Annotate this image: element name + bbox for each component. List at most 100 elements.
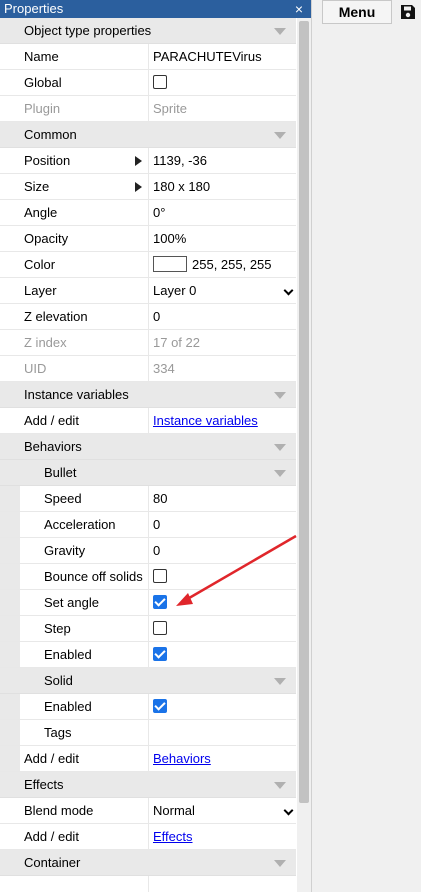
prop-row-step: Step — [0, 616, 296, 642]
prop-label: Speed — [0, 486, 149, 511]
prop-label: Z elevation — [0, 304, 149, 329]
collapse-triangle-icon[interactable] — [274, 678, 286, 685]
collapse-triangle-icon[interactable] — [274, 392, 286, 399]
prop-label: Z index — [0, 330, 149, 355]
collapse-triangle-icon[interactable] — [274, 444, 286, 451]
prop-row-plugin: Plugin Sprite — [0, 96, 296, 122]
behaviors-link[interactable]: Behaviors — [153, 751, 211, 766]
prop-row-uid: UID 334 — [0, 356, 296, 382]
toolbar: Menu — [319, 0, 421, 26]
prop-label: Add / edit — [0, 746, 149, 771]
global-checkbox[interactable] — [153, 75, 167, 90]
property-grid: Object type properties Name PARACHUTEVir… — [0, 18, 296, 892]
collapse-triangle-icon[interactable] — [274, 782, 286, 789]
section-common[interactable]: Common — [0, 122, 296, 148]
size-value-field[interactable]: 180 x 180 — [149, 174, 296, 199]
section-container[interactable]: Container — [0, 850, 296, 876]
blend-mode-select[interactable]: Normal — [149, 798, 296, 823]
bounce-off-solids-checkbox[interactable] — [153, 569, 167, 584]
save-button[interactable] — [396, 0, 420, 24]
prop-label: Step — [0, 616, 149, 641]
position-value-field[interactable]: 1139, -36 — [149, 148, 296, 173]
prop-label: Add / edit — [0, 408, 149, 433]
prop-row-tags: Tags — [0, 720, 296, 746]
angle-value-field[interactable]: 0° — [149, 200, 296, 225]
prop-row-speed: Speed 80 — [0, 486, 296, 512]
prop-label: Enabled — [0, 694, 149, 719]
instance-variables-link[interactable]: Instance variables — [153, 413, 258, 428]
prop-label: Gravity — [0, 538, 149, 563]
prop-row-effects-add-edit: Add / edit Effects — [0, 824, 296, 850]
color-value[interactable]: 255, 255, 255 — [192, 257, 272, 272]
collapse-triangle-icon[interactable] — [274, 860, 286, 867]
prop-row-set-angle: Set angle — [0, 590, 296, 616]
blend-mode-selected-value: Normal — [153, 803, 195, 818]
vertical-scrollbar[interactable] — [297, 18, 311, 892]
section-label: Behaviors — [24, 439, 82, 454]
section-bullet[interactable]: Bullet — [0, 460, 296, 486]
prop-row-behaviors-add-edit: Add / edit Behaviors — [0, 746, 296, 772]
prop-label: Set angle — [0, 590, 149, 615]
prop-row-z-elevation: Z elevation 0 — [0, 304, 296, 330]
section-label: Effects — [24, 777, 64, 792]
z-elevation-value-field[interactable]: 0 — [149, 304, 296, 329]
expand-arrow-icon[interactable] — [135, 156, 142, 166]
plugin-value: Sprite — [153, 101, 187, 116]
collapse-triangle-icon[interactable] — [274, 28, 286, 35]
menu-button[interactable]: Menu — [322, 0, 392, 24]
prop-label: Bounce off solids — [0, 564, 149, 589]
prop-row-blend-mode: Blend mode Normal — [0, 798, 296, 824]
prop-label: UID — [0, 356, 149, 381]
close-icon[interactable]: × — [293, 0, 305, 18]
prop-label: Position — [24, 153, 71, 168]
prop-row-name: Name PARACHUTEVirus — [0, 44, 296, 70]
prop-row-acceleration: Acceleration 0 — [0, 512, 296, 538]
collapse-triangle-icon[interactable] — [274, 132, 286, 139]
opacity-value-field[interactable]: 100% — [149, 226, 296, 251]
tags-value-field[interactable] — [149, 720, 296, 745]
prop-row-gravity: Gravity 0 — [0, 538, 296, 564]
floppy-disk-icon — [401, 5, 415, 19]
prop-row-z-index: Z index 17 of 22 — [0, 330, 296, 356]
step-checkbox[interactable] — [153, 621, 167, 636]
set-angle-checkbox[interactable] — [153, 595, 167, 610]
speed-value-field[interactable]: 80 — [149, 486, 296, 511]
collapse-triangle-icon[interactable] — [274, 470, 286, 477]
effects-link[interactable]: Effects — [153, 829, 193, 844]
properties-panel: Properties × Object type properties Name… — [0, 0, 312, 892]
gravity-value-field[interactable]: 0 — [149, 538, 296, 563]
section-behaviors[interactable]: Behaviors — [0, 434, 296, 460]
prop-row-angle: Angle 0° — [0, 200, 296, 226]
section-effects[interactable]: Effects — [0, 772, 296, 798]
bullet-enabled-checkbox[interactable] — [153, 647, 167, 662]
layout-view-area[interactable] — [319, 26, 421, 892]
name-value-field[interactable]: PARACHUTEVirus — [149, 44, 296, 69]
prop-label: Layer — [0, 278, 149, 303]
chevron-down-icon — [283, 285, 294, 296]
color-swatch[interactable] — [153, 256, 187, 273]
prop-row-size: Size 180 x 180 — [0, 174, 296, 200]
prop-row-global: Global — [0, 70, 296, 96]
uid-value: 334 — [153, 361, 175, 376]
section-solid[interactable]: Solid — [0, 668, 296, 694]
prop-label: Enabled — [0, 642, 149, 667]
expand-arrow-icon[interactable] — [135, 182, 142, 192]
prop-row-color: Color 255, 255, 255 — [0, 252, 296, 278]
acceleration-value-field[interactable]: 0 — [149, 512, 296, 537]
prop-label: Acceleration — [0, 512, 149, 537]
section-object-type-properties[interactable]: Object type properties — [0, 18, 296, 44]
prop-label: Opacity — [0, 226, 149, 251]
prop-label: Blend mode — [0, 798, 149, 823]
prop-label: Angle — [0, 200, 149, 225]
section-label: Container — [24, 855, 81, 870]
prop-row-position: Position 1139, -36 — [0, 148, 296, 174]
solid-enabled-checkbox[interactable] — [153, 699, 167, 714]
section-label: Common — [24, 127, 77, 142]
section-label: Solid — [44, 673, 73, 688]
prop-row-solid-enabled: Enabled — [0, 694, 296, 720]
section-instance-variables[interactable]: Instance variables — [0, 382, 296, 408]
scrollbar-thumb[interactable] — [299, 21, 309, 803]
prop-label: Color — [0, 252, 149, 277]
prop-row-bullet-enabled: Enabled — [0, 642, 296, 668]
layer-select[interactable]: Layer 0 — [149, 278, 296, 303]
